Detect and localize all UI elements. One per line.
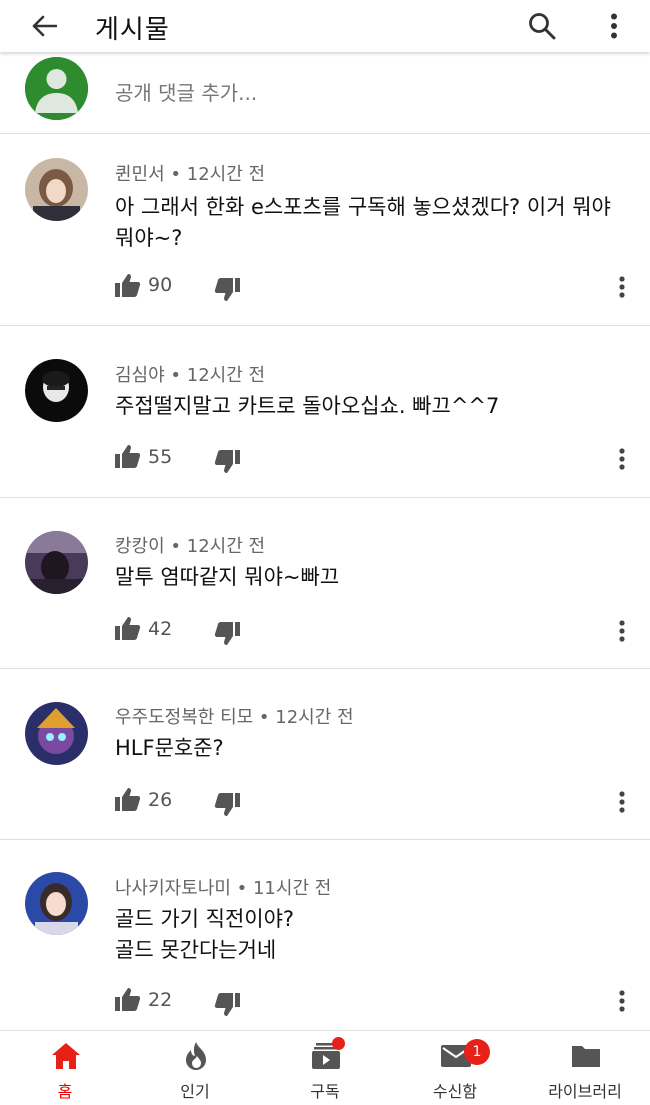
thumbs-up-icon[interactable] (113, 786, 141, 812)
nav-library[interactable]: 라이브러리 (520, 1031, 650, 1105)
comment-text: 아 그래서 한화 e스포츠를 구독해 놓으셨겠다? 이거 뭐야 뭐야~? (115, 195, 611, 250)
arrow-left-icon (32, 15, 57, 37)
overflow-menu-button[interactable] (596, 6, 632, 46)
nav-inbox[interactable]: 1 수신함 (390, 1031, 520, 1105)
more-vertical-icon (619, 276, 625, 298)
comment-text: 골드 가기 직전이야? 골드 못간다는거네 (115, 907, 295, 962)
comment-input-placeholder[interactable]: 공개 댓글 추가... (115, 77, 257, 106)
thumbs-up-icon[interactable] (113, 272, 141, 298)
comment-more-button[interactable] (610, 986, 634, 1016)
comment-text: HLF문호준? (115, 736, 224, 760)
comment-text: 주접떨지말고 카트로 돌아오십쇼. 빠끄^^7 (115, 394, 500, 418)
thumbs-down-icon[interactable] (214, 992, 242, 1018)
commenter-avatar[interactable] (25, 531, 88, 594)
comment-more-button[interactable] (610, 787, 634, 817)
nav-subscriptions[interactable]: 구독 (260, 1031, 390, 1105)
nav-home[interactable]: 홈 (0, 1031, 130, 1105)
comment-meta: 김심야 • 12시간 전 (115, 365, 266, 386)
more-vertical-icon (619, 990, 625, 1012)
more-vertical-icon (619, 791, 625, 813)
inbox-badge: 1 (464, 1039, 490, 1065)
default-user-icon (25, 57, 88, 120)
comment-meta: 퀸민서 • 12시간 전 (115, 164, 266, 185)
comment-item: 우주도정복한 티모 • 12시간 전 HLF문호준? 26 (0, 669, 650, 840)
commenter-avatar[interactable] (25, 158, 88, 221)
like-count: 26 (148, 789, 173, 811)
like-count: 42 (148, 618, 173, 640)
commenter-avatar[interactable] (25, 872, 88, 935)
comment-composer[interactable]: 공개 댓글 추가... (0, 52, 650, 134)
thumbs-up-icon[interactable] (113, 443, 141, 469)
thumbs-down-icon[interactable] (214, 449, 242, 475)
like-count: 90 (148, 274, 173, 296)
home-icon (50, 1041, 82, 1071)
like-count: 55 (148, 446, 173, 468)
app-bar: 게시물 (0, 0, 650, 52)
nav-trending[interactable]: 인기 (130, 1031, 260, 1105)
comment-meta: 우주도정복한 티모 • 12시간 전 (115, 707, 354, 728)
more-vertical-icon (619, 448, 625, 470)
comment-more-button[interactable] (610, 444, 634, 474)
more-vertical-icon (611, 13, 617, 39)
nav-subscriptions-label: 구독 (310, 1082, 340, 1101)
comment-item: 퀸민서 • 12시간 전 아 그래서 한화 e스포츠를 구독해 놓으셨겠다? 이… (0, 134, 650, 326)
thumbs-down-icon[interactable] (214, 621, 242, 647)
subscriptions-dot (332, 1037, 345, 1050)
comment-item: 캉캉이 • 12시간 전 말투 염따같지 뭐야~빠끄 42 (0, 498, 650, 669)
comment-item: 나사키자토나미 • 11시간 전 골드 가기 직전이야? 골드 못간다는거네 2… (0, 840, 650, 1030)
thumbs-up-icon[interactable] (113, 986, 141, 1012)
thumbs-down-icon[interactable] (214, 277, 242, 303)
bottom-navigation: 홈 인기 구독 1 수신함 라이브러리 (0, 1030, 650, 1105)
more-vertical-icon (619, 620, 625, 642)
nav-home-label: 홈 (57, 1082, 73, 1101)
nav-inbox-label: 수신함 (432, 1082, 478, 1101)
flame-icon (180, 1041, 212, 1071)
nav-library-label: 라이브러리 (548, 1082, 622, 1101)
comment-meta: 캉캉이 • 12시간 전 (115, 536, 266, 557)
search-icon (529, 13, 556, 40)
comment-text: 말투 염따같지 뭐야~빠끄 (115, 565, 340, 589)
like-count: 22 (148, 989, 173, 1011)
comment-more-button[interactable] (610, 272, 634, 302)
page-title: 게시물 (95, 15, 170, 45)
comment-meta: 나사키자토나미 • 11시간 전 (115, 878, 332, 899)
folder-icon (570, 1041, 602, 1071)
user-avatar (25, 57, 88, 120)
comment-more-button[interactable] (610, 616, 634, 646)
comment-item: 김심야 • 12시간 전 주접떨지말고 카트로 돌아오십쇼. 빠끄^^7 55 (0, 326, 650, 498)
search-button[interactable] (520, 6, 564, 46)
commenter-avatar[interactable] (25, 702, 88, 765)
thumbs-up-icon[interactable] (113, 615, 141, 641)
thumbs-down-icon[interactable] (214, 792, 242, 818)
nav-trending-label: 인기 (180, 1082, 210, 1101)
back-button[interactable] (24, 8, 64, 44)
commenter-avatar[interactable] (25, 359, 88, 422)
